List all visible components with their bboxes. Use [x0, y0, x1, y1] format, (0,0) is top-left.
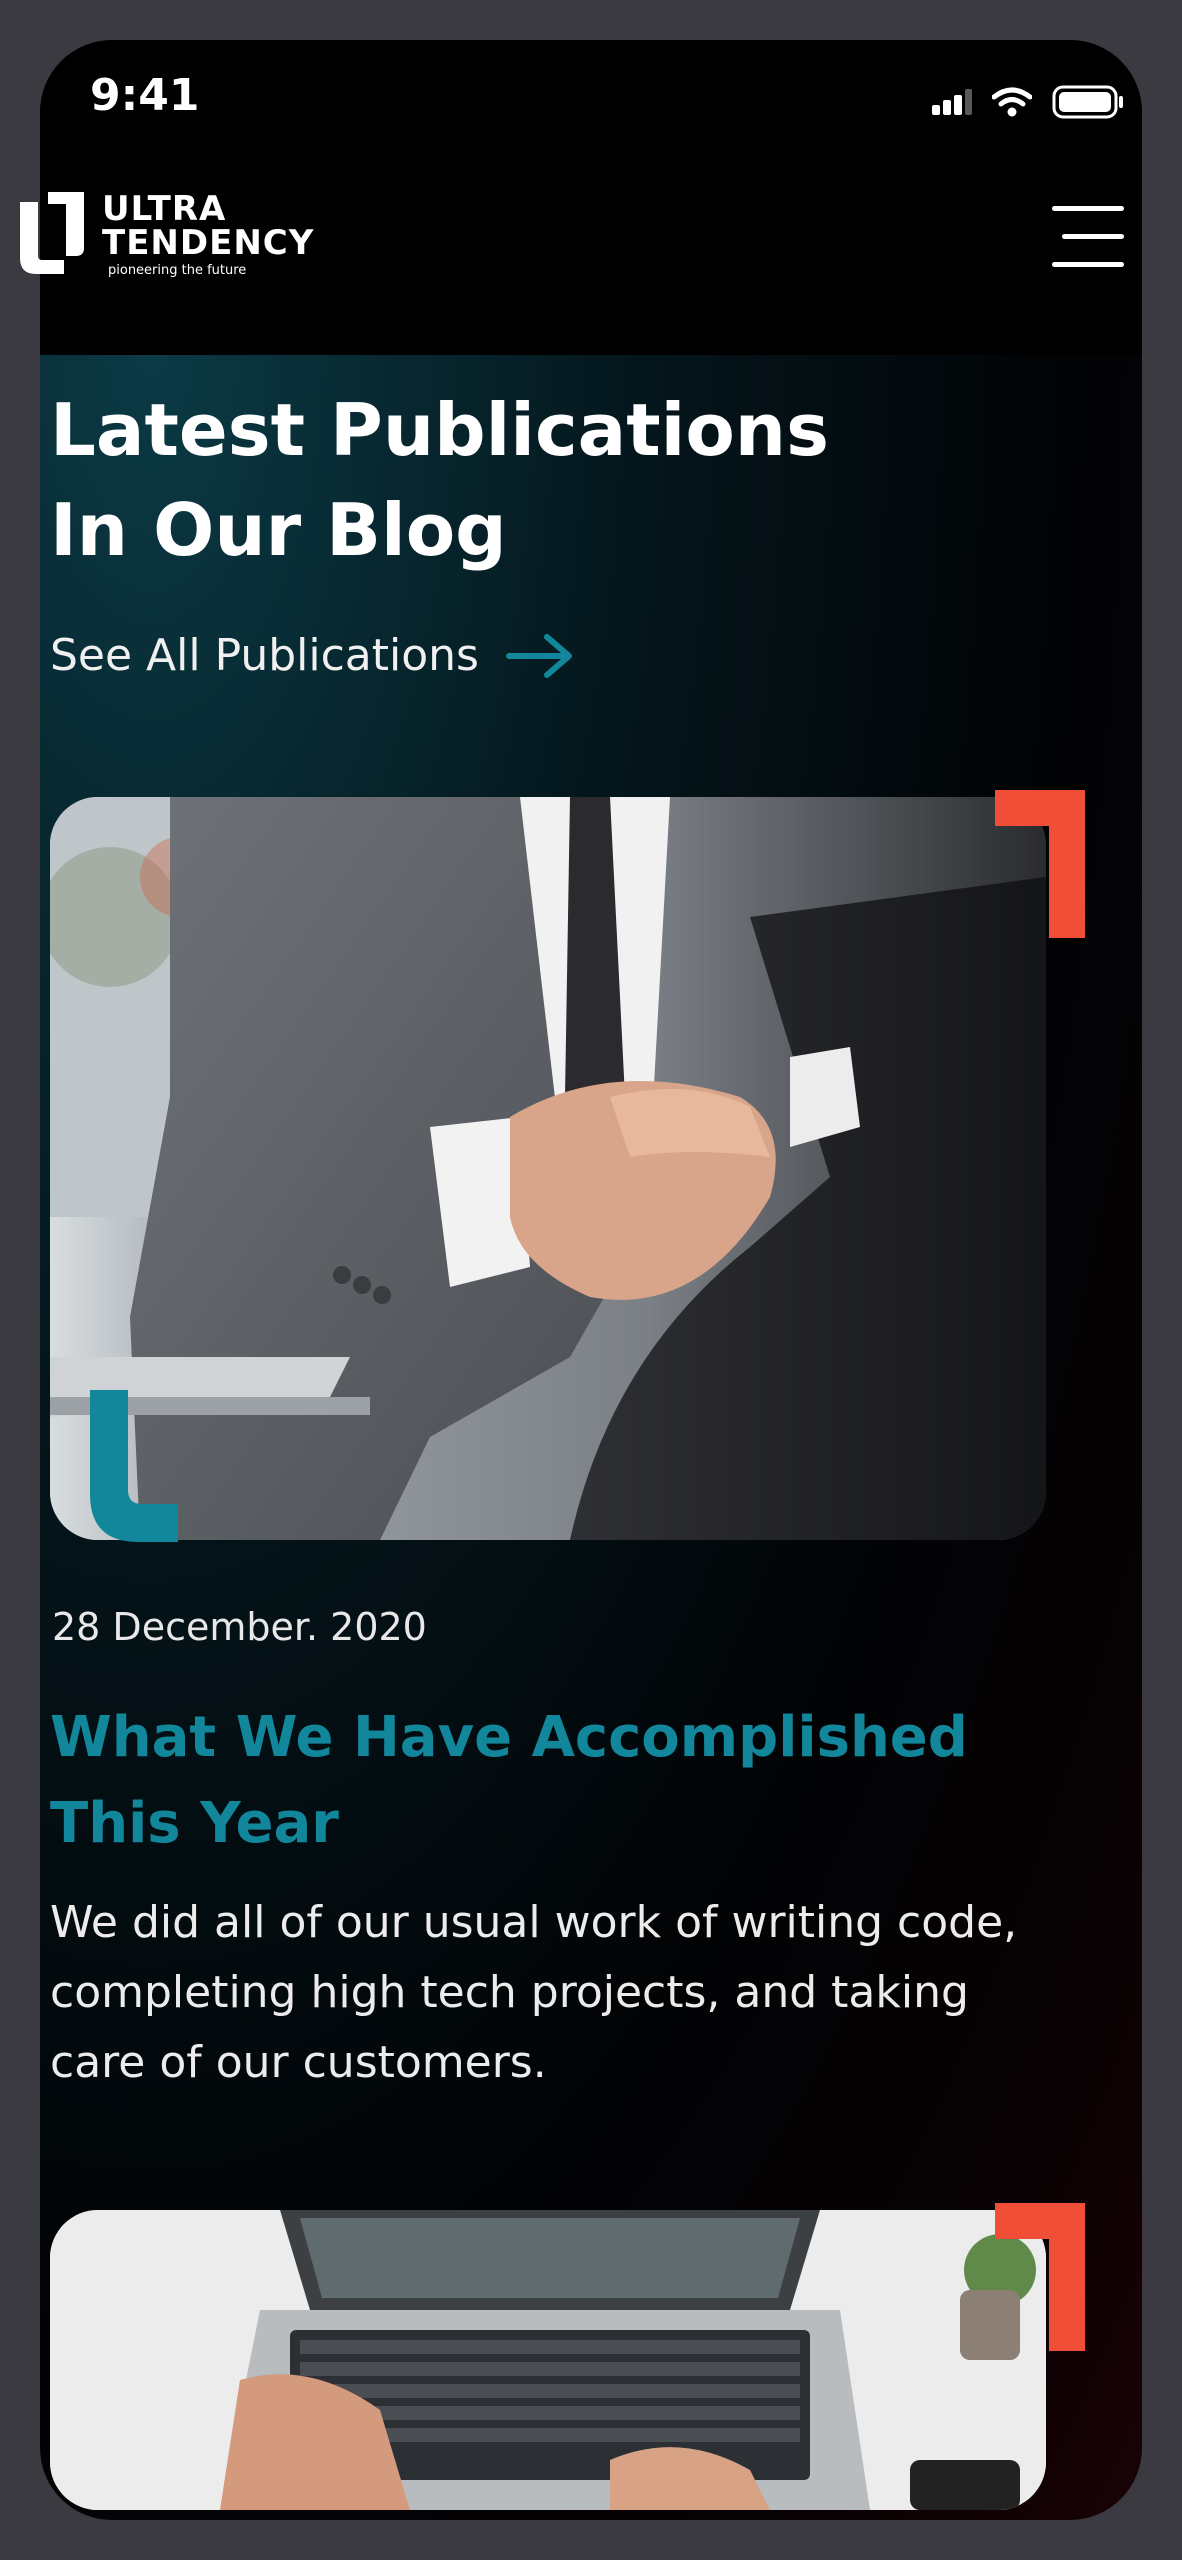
post-image-handshake[interactable]	[50, 797, 1046, 1540]
post-date: 28 December. 2020	[52, 1605, 427, 1649]
device-frame: 9:41 ULTRA TENDENCY pioneering the futur…	[0, 0, 1182, 2560]
post-title-line2: This Year	[50, 1791, 339, 1856]
battery-icon	[1052, 85, 1123, 119]
post-title-line1: What We Have Accomplished	[50, 1705, 968, 1770]
see-all-label: See All Publications	[50, 630, 479, 681]
arrow-right-icon	[505, 633, 572, 678]
hamburger-menu-button[interactable]	[1052, 200, 1124, 272]
section-title: Latest Publications In Our Blog	[50, 380, 950, 580]
see-all-publications-link[interactable]: See All Publications	[50, 630, 575, 681]
laptop-typing-photo	[50, 2210, 1046, 2510]
logo-mark-icon	[20, 192, 84, 274]
logo-line2: TENDENCY	[102, 223, 315, 263]
logo-line1: ULTRA	[102, 189, 227, 229]
logo-tagline: pioneering the future	[108, 263, 247, 278]
corner-accent-red-1	[995, 790, 1085, 938]
status-bar: 9:41	[40, 40, 1142, 190]
signal-icon	[932, 89, 972, 115]
status-time: 9:41	[90, 70, 200, 121]
corner-accent-teal-1	[90, 1390, 178, 1542]
post-image-laptop[interactable]	[50, 2210, 1046, 2510]
logo-text: ULTRA TENDENCY pioneering the future	[102, 190, 314, 277]
menu-bar-bottom	[1052, 262, 1124, 267]
menu-bar-top	[1052, 206, 1124, 211]
handshake-photo	[50, 797, 1046, 1540]
ultra-tendency-logo[interactable]: ULTRA TENDENCY pioneering the future	[18, 190, 314, 277]
post-title-link[interactable]: What We Have Accomplished This Year	[50, 1695, 1030, 1867]
menu-bar-middle	[1062, 234, 1124, 239]
section-title-line2: In Our Blog	[50, 488, 507, 572]
section-title-line1: Latest Publications	[50, 388, 829, 472]
post-excerpt: We did all of our usual work of writing …	[50, 1897, 1018, 2088]
corner-accent-red-2	[995, 2203, 1085, 2351]
wifi-icon	[992, 87, 1032, 117]
status-icons	[932, 80, 1124, 124]
